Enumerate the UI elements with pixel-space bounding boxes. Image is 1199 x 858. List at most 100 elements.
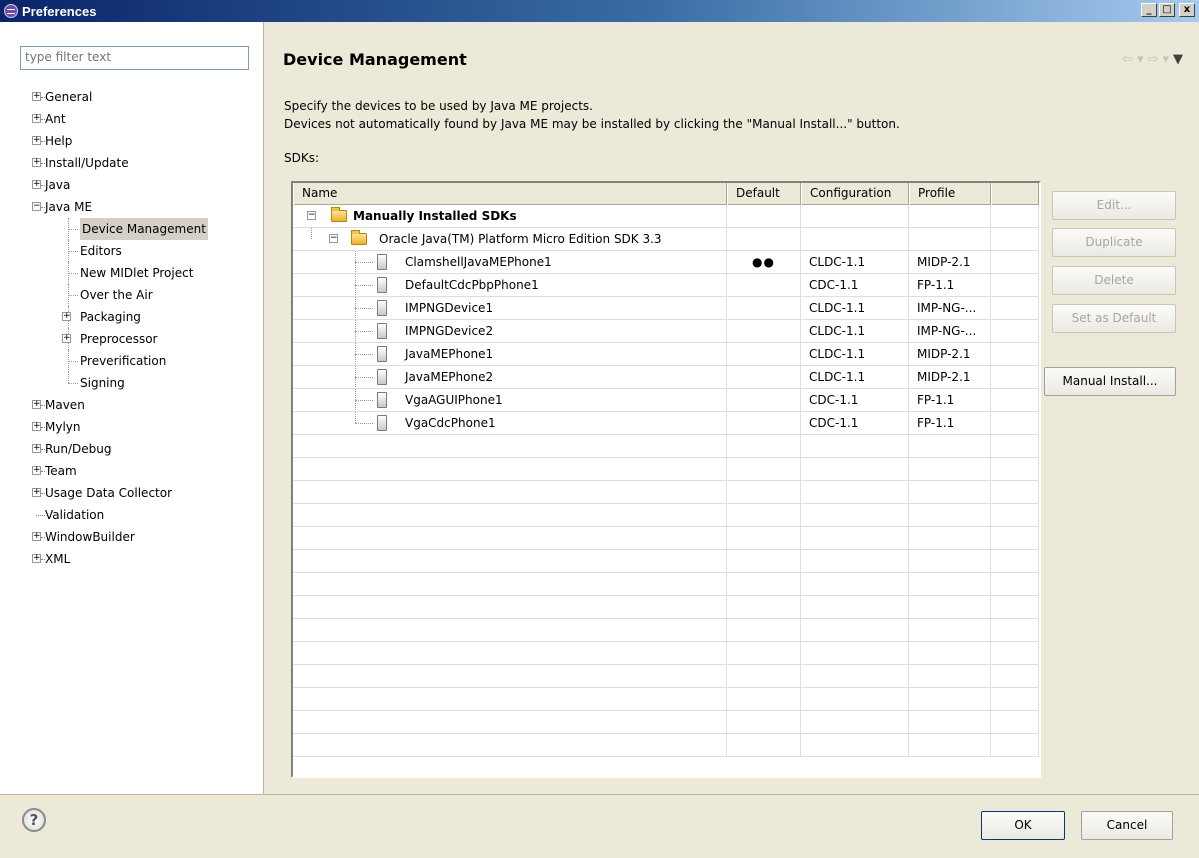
table-row-device[interactable]: ClamshellJavaMEPhone1 ●● CLDC-1.1 MIDP-2.1 (293, 251, 1039, 274)
device-default (727, 412, 801, 434)
view-menu-icon[interactable]: ▼ (1173, 52, 1183, 67)
table-row-device[interactable]: VgaAGUIPhone1 CDC-1.1 FP-1.1 (293, 389, 1039, 412)
collapse-icon[interactable]: − (307, 211, 316, 220)
device-name: IMPNGDevice2 (405, 324, 494, 338)
table-row-empty (293, 619, 1039, 642)
table-row-device[interactable]: IMPNGDevice2 CLDC-1.1 IMP-NG-... (293, 320, 1039, 343)
device-profile: IMP-NG-... (909, 320, 991, 342)
table-row-empty (293, 527, 1039, 550)
table-row-empty (293, 435, 1039, 458)
expand-icon[interactable]: + (32, 444, 41, 453)
table-row-device[interactable]: IMPNGDevice1 CLDC-1.1 IMP-NG-... (293, 297, 1039, 320)
table-row-empty (293, 573, 1039, 596)
device-icon (377, 415, 387, 431)
device-name: JavaMEPhone1 (405, 347, 494, 361)
forward-dropdown-icon[interactable]: ▾ (1162, 52, 1169, 67)
device-configuration: CDC-1.1 (801, 274, 909, 296)
edit-button[interactable]: Edit... (1052, 191, 1176, 220)
device-icon (377, 346, 387, 362)
device-name: ClamshellJavaMEPhone1 (405, 255, 552, 269)
preferences-tree-pane: +General +Ant +Help +Install/Update +Jav… (0, 22, 264, 794)
device-icon (377, 369, 387, 385)
table-row-empty (293, 642, 1039, 665)
device-default (727, 274, 801, 296)
expand-icon[interactable]: + (32, 158, 41, 167)
footer-separator (0, 794, 1199, 795)
expand-icon[interactable]: + (32, 466, 41, 475)
back-dropdown-icon[interactable]: ▾ (1137, 52, 1144, 67)
delete-button[interactable]: Delete (1052, 266, 1176, 295)
forward-arrow-icon[interactable]: ⇨ (1148, 52, 1159, 67)
device-profile: FP-1.1 (909, 389, 991, 411)
device-default (727, 343, 801, 365)
device-default (727, 297, 801, 319)
ok-button[interactable]: OK (981, 811, 1065, 840)
device-icon (377, 323, 387, 339)
table-row-device[interactable]: DefaultCdcPbpPhone1 CDC-1.1 FP-1.1 (293, 274, 1039, 297)
title-bar: Preferences _ □ x (0, 0, 1199, 22)
close-button[interactable]: x (1179, 3, 1195, 17)
expand-icon[interactable]: + (32, 532, 41, 541)
column-header-configuration[interactable]: Configuration (801, 183, 909, 205)
device-configuration: CLDC-1.1 (801, 320, 909, 342)
duplicate-button[interactable]: Duplicate (1052, 228, 1176, 257)
filter-input[interactable] (25, 50, 244, 64)
expand-icon[interactable]: + (32, 554, 41, 563)
expand-icon[interactable]: + (32, 136, 41, 145)
device-default: ●● (727, 251, 801, 273)
group-name: Manually Installed SDKs (353, 209, 517, 223)
device-name: DefaultCdcPbpPhone1 (405, 278, 539, 292)
table-body: − Manually Installed SDKs − Oracle Java(… (293, 205, 1039, 757)
column-header-default[interactable]: Default (727, 183, 801, 205)
device-default (727, 320, 801, 342)
table-row-device[interactable]: VgaCdcPhone1 CDC-1.1 FP-1.1 (293, 412, 1039, 435)
folder-icon (351, 230, 367, 245)
description-line-2: Devices not automatically found by Java … (284, 117, 900, 131)
help-icon[interactable]: ? (22, 808, 46, 832)
device-name: VgaCdcPhone1 (405, 416, 496, 430)
expand-icon[interactable]: + (62, 334, 71, 343)
manual-install-button[interactable]: Manual Install... (1044, 367, 1176, 396)
table-row-group[interactable]: − Manually Installed SDKs (293, 205, 1039, 228)
cancel-button[interactable]: Cancel (1081, 811, 1173, 840)
table-row-empty (293, 665, 1039, 688)
filter-input-box[interactable] (20, 46, 249, 70)
expand-icon[interactable]: + (32, 488, 41, 497)
expand-icon[interactable]: + (32, 422, 41, 431)
device-default (727, 366, 801, 388)
table-row-empty (293, 596, 1039, 619)
expand-icon[interactable]: + (32, 114, 41, 123)
device-name: IMPNGDevice1 (405, 301, 494, 315)
expand-icon[interactable]: + (32, 92, 41, 101)
page-header: Device Management ⇦ ▾ ⇨ ▾ ▼ (265, 44, 1199, 74)
expand-icon[interactable]: + (32, 400, 41, 409)
expand-icon[interactable]: + (32, 180, 41, 189)
table-row-empty (293, 711, 1039, 734)
device-configuration: CDC-1.1 (801, 412, 909, 434)
device-name: JavaMEPhone2 (405, 370, 494, 384)
device-icon (377, 277, 387, 293)
table-row-empty (293, 504, 1039, 527)
expand-icon[interactable]: + (62, 312, 71, 321)
device-configuration: CLDC-1.1 (801, 297, 909, 319)
collapse-icon[interactable]: − (32, 202, 41, 211)
table-row-sdk[interactable]: − Oracle Java(TM) Platform Micro Edition… (293, 228, 1039, 251)
maximize-button[interactable]: □ (1159, 3, 1175, 17)
column-header-name[interactable]: Name (293, 183, 727, 205)
back-arrow-icon[interactable]: ⇦ (1122, 52, 1133, 67)
window-title: Preferences (22, 3, 97, 19)
device-icon (377, 300, 387, 316)
collapse-icon[interactable]: − (329, 234, 338, 243)
device-configuration: CLDC-1.1 (801, 251, 909, 273)
set-as-default-button[interactable]: Set as Default (1052, 304, 1176, 333)
minimize-button[interactable]: _ (1141, 3, 1157, 17)
table-row-device[interactable]: JavaMEPhone1 CLDC-1.1 MIDP-2.1 (293, 343, 1039, 366)
column-header-empty (991, 183, 1039, 205)
table-row-device[interactable]: JavaMEPhone2 CLDC-1.1 MIDP-2.1 (293, 366, 1039, 389)
sdk-table[interactable]: Name Default Configuration Profile − Man… (291, 181, 1041, 778)
sdk-name: Oracle Java(TM) Platform Micro Edition S… (379, 232, 662, 246)
table-row-empty (293, 481, 1039, 504)
column-header-profile[interactable]: Profile (909, 183, 991, 205)
device-profile: MIDP-2.1 (909, 366, 991, 388)
window-controls: _ □ x (1141, 3, 1195, 17)
